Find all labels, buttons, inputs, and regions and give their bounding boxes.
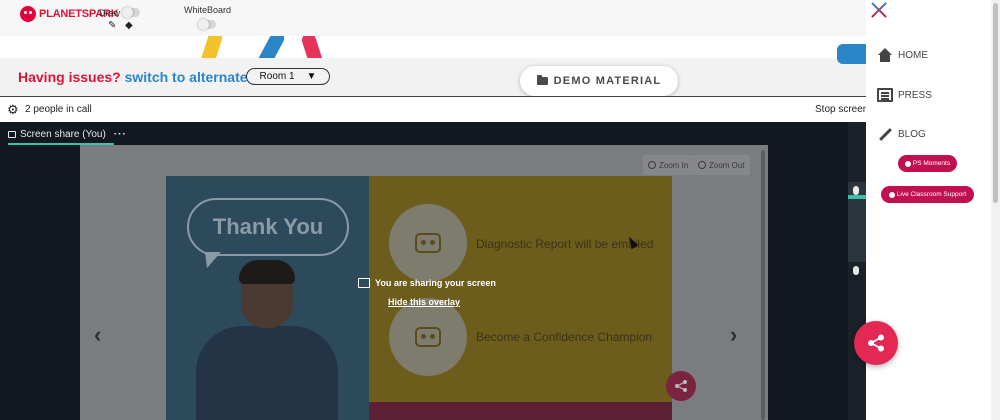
zoom-out-icon: [698, 161, 706, 169]
zoom-in-button[interactable]: Zoom In: [643, 155, 694, 175]
overlay-message-text: You are sharing your screen: [375, 278, 496, 288]
nav-press-label: PRESS: [898, 89, 932, 101]
ps-moments-icon: [904, 160, 911, 167]
presenter-body: [196, 326, 338, 420]
nav-blog-label: BLOG: [898, 128, 926, 140]
robot-face: [415, 327, 441, 347]
gear-icon[interactable]: ⚙: [7, 102, 19, 118]
draw-label: Draw: [99, 8, 121, 18]
share-screen-icon: [358, 278, 370, 288]
home-icon: [877, 48, 893, 62]
nav-blog[interactable]: BLOG: [877, 127, 926, 141]
bubble-tail: [199, 252, 221, 268]
robot-report-icon: [389, 204, 467, 282]
room-select-value: Room 1: [259, 71, 295, 82]
screen-share-tab[interactable]: Screen share (You) ···: [8, 126, 127, 142]
share-icon: [675, 380, 687, 392]
chevron-left-icon[interactable]: ‹: [94, 322, 101, 348]
pencil-icon[interactable]: ✎: [108, 20, 116, 31]
people-in-call: 2 people in call: [25, 104, 92, 115]
nav-home-label: HOME: [898, 49, 928, 61]
demo-material-label: DEMO MATERIAL: [553, 75, 662, 87]
folder-icon: [536, 75, 548, 85]
stop-screen-button[interactable]: Stop screen: [815, 104, 868, 115]
mic-icon[interactable]: [853, 186, 859, 195]
slide-bottom-band: [369, 402, 672, 420]
screen-share-tab-label: Screen share (You): [20, 128, 106, 140]
robot-champion-icon: [389, 298, 467, 376]
caret-down-icon: ▼: [306, 71, 317, 82]
hide-overlay-link[interactable]: Hide this overlay: [388, 297, 460, 307]
eraser-icon[interactable]: ◆: [125, 20, 133, 31]
room-select[interactable]: Room 1 ▼: [246, 68, 330, 85]
close-icon[interactable]: [868, 0, 890, 20]
press-icon: [877, 88, 893, 102]
presenter-hair: [239, 260, 295, 284]
ps-moments-label: PS Moments: [912, 160, 951, 167]
shared-scrollbar[interactable]: [761, 150, 765, 420]
slide-item-2: Become a Confidence Champion: [476, 330, 653, 344]
thank-you-bubble: Thank You: [187, 198, 349, 256]
zoom-in-label: Zoom In: [659, 160, 689, 170]
whiteboard-toggle[interactable]: [198, 19, 216, 30]
draw-toggle[interactable]: [122, 7, 140, 18]
live-support-button[interactable]: Live Classroom Support: [881, 186, 974, 203]
top-toolbar: PLANETSPARK Draw ✎ ◆ WhiteBoard: [0, 0, 866, 36]
issues-bar: Having issues? switch to alternate room …: [0, 58, 866, 96]
share-fab-button[interactable]: [854, 321, 898, 365]
live-support-label: Live Classroom Support: [896, 191, 967, 198]
share-fab-dimmed: [666, 371, 696, 401]
chevron-right-icon[interactable]: ›: [730, 322, 737, 348]
participant-active-indicator: [848, 195, 866, 199]
app-root: PLANETSPARK Draw ✎ ◆ WhiteBoard Having i…: [0, 0, 1000, 420]
issues-question: Having issues?: [18, 69, 121, 85]
zoom-in-icon: [648, 161, 656, 169]
mic-icon[interactable]: [853, 266, 859, 275]
slide-left-panel: Thank You: [166, 176, 369, 420]
ps-moments-button[interactable]: PS Moments: [898, 155, 957, 172]
page-scrollbar-thumb[interactable]: [993, 3, 998, 203]
whiteboard-label: WhiteBoard: [184, 5, 232, 15]
peek-card: [837, 44, 866, 64]
zoom-out-label: Zoom Out: [709, 160, 745, 170]
more-options-icon[interactable]: ···: [114, 129, 127, 140]
nav-press[interactable]: PRESS: [877, 88, 932, 102]
share-icon: [868, 334, 884, 352]
nav-home[interactable]: HOME: [877, 48, 928, 62]
monitor-icon: [8, 130, 16, 138]
pencil-blog-icon: [877, 127, 893, 141]
sharing-overlay-message: You are sharing your screen: [358, 278, 496, 288]
call-bar: ⚙ 2 people in call Stop screen: [0, 96, 868, 122]
live-support-icon: [888, 191, 895, 198]
demo-material-button[interactable]: DEMO MATERIAL: [520, 66, 678, 96]
robot-face: [415, 233, 441, 253]
logo-mark-icon: [20, 6, 36, 22]
bubble-text: Thank You: [212, 214, 324, 239]
zoom-out-button[interactable]: Zoom Out: [693, 155, 750, 175]
